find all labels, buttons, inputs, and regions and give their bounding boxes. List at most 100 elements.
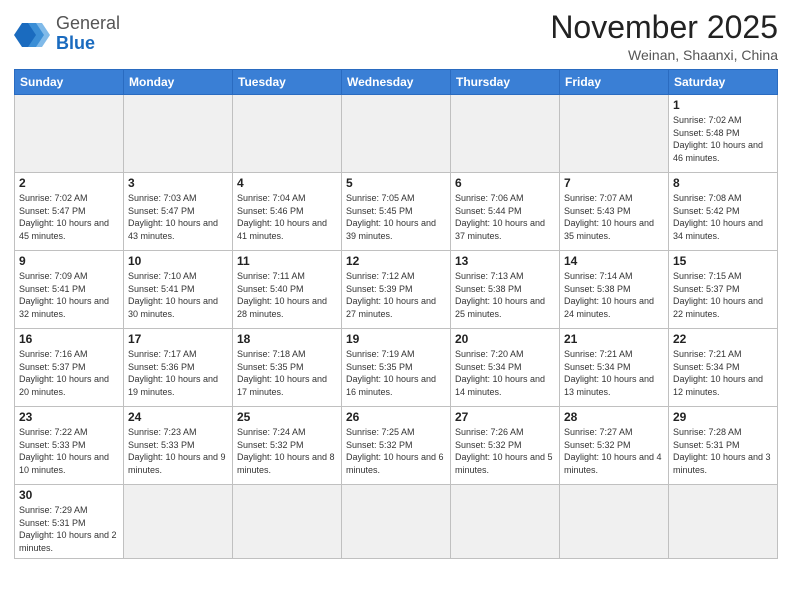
calendar-cell (451, 95, 560, 173)
day-number: 29 (673, 410, 773, 424)
calendar-cell: 13Sunrise: 7:13 AMSunset: 5:38 PMDayligh… (451, 251, 560, 329)
header-monday: Monday (124, 70, 233, 95)
day-info: Sunrise: 7:11 AMSunset: 5:40 PMDaylight:… (237, 271, 327, 319)
header-wednesday: Wednesday (342, 70, 451, 95)
day-number: 14 (564, 254, 664, 268)
calendar-cell: 19 Sunrise: 7:19 AMSunset: 5:35 PMDayligh… (342, 329, 451, 407)
calendar-cell: 6Sunrise: 7:06 AMSunset: 5:44 PMDaylight… (451, 173, 560, 251)
day-info: Sunrise: 7:27 AMSunset: 5:32 PMDaylight:… (564, 427, 662, 475)
calendar-cell: 5Sunrise: 7:05 AMSunset: 5:45 PMDaylight… (342, 173, 451, 251)
header-sunday: Sunday (15, 70, 124, 95)
calendar-cell: 3 Sunrise: 7:03 AMSunset: 5:47 PMDaylight… (124, 173, 233, 251)
day-number: 11 (237, 254, 337, 268)
calendar-cell (15, 95, 124, 173)
day-info: Sunrise: 7:04 AMSunset: 5:46 PMDaylight:… (237, 193, 327, 241)
day-info: Sunrise: 7:06 AMSunset: 5:44 PMDaylight:… (455, 193, 545, 241)
day-info: Sunrise: 7:26 AMSunset: 5:32 PMDaylight:… (455, 427, 553, 475)
day-info: Sunrise: 7:02 AMSunset: 5:48 PMDaylight:… (673, 115, 763, 163)
day-info: Sunrise: 7:21 AMSunset: 5:34 PMDaylight:… (673, 349, 763, 397)
day-number: 10 (128, 254, 228, 268)
logo: General Blue (14, 14, 120, 54)
day-number: 15 (673, 254, 773, 268)
calendar-cell: 26 Sunrise: 7:25 AMSunset: 5:32 PMDayligh… (342, 407, 451, 485)
day-info: Sunrise: 7:07 AMSunset: 5:43 PMDaylight:… (564, 193, 654, 241)
day-info: Sunrise: 7:05 AMSunset: 5:45 PMDaylight:… (346, 193, 436, 241)
calendar-cell (560, 95, 669, 173)
calendar-cell: 30 Sunrise: 7:29 AMSunset: 5:31 PMDayligh… (15, 485, 124, 558)
header-thursday: Thursday (451, 70, 560, 95)
calendar-cell: 18 Sunrise: 7:18 AMSunset: 5:35 PMDayligh… (233, 329, 342, 407)
calendar-cell: 28 Sunrise: 7:27 AMSunset: 5:32 PMDayligh… (560, 407, 669, 485)
day-info: Sunrise: 7:24 AMSunset: 5:32 PMDaylight:… (237, 427, 335, 475)
day-number: 9 (19, 254, 119, 268)
calendar-cell: 29Sunrise: 7:28 AMSunset: 5:31 PMDayligh… (669, 407, 778, 485)
day-number: 19 (346, 332, 446, 346)
calendar-cell: 7 Sunrise: 7:07 AMSunset: 5:43 PMDaylight… (560, 173, 669, 251)
header-tuesday: Tuesday (233, 70, 342, 95)
day-number: 18 (237, 332, 337, 346)
title-block: November 2025 Weinan, Shaanxi, China (550, 10, 778, 63)
calendar-cell (233, 485, 342, 558)
day-number: 3 (128, 176, 228, 190)
calendar-cell (124, 95, 233, 173)
day-info: Sunrise: 7:02 AMSunset: 5:47 PMDaylight:… (19, 193, 109, 241)
calendar-cell: 8 Sunrise: 7:08 AMSunset: 5:42 PMDaylight… (669, 173, 778, 251)
calendar-row: 23Sunrise: 7:22 AMSunset: 5:33 PMDayligh… (15, 407, 778, 485)
calendar-cell (124, 485, 233, 558)
day-number: 16 (19, 332, 119, 346)
day-number: 22 (673, 332, 773, 346)
calendar-cell: 15Sunrise: 7:15 AMSunset: 5:37 PMDayligh… (669, 251, 778, 329)
logo-general: General (56, 13, 120, 33)
day-info: Sunrise: 7:13 AMSunset: 5:38 PMDaylight:… (455, 271, 545, 319)
calendar-cell (342, 95, 451, 173)
weekday-header-row: Sunday Monday Tuesday Wednesday Thursday… (15, 70, 778, 95)
day-info: Sunrise: 7:18 AMSunset: 5:35 PMDaylight:… (237, 349, 327, 397)
day-info: Sunrise: 7:03 AMSunset: 5:47 PMDaylight:… (128, 193, 218, 241)
day-number: 1 (673, 98, 773, 112)
day-number: 2 (19, 176, 119, 190)
day-number: 12 (346, 254, 446, 268)
day-info: Sunrise: 7:29 AMSunset: 5:31 PMDaylight:… (19, 505, 117, 553)
day-number: 26 (346, 410, 446, 424)
day-info: Sunrise: 7:09 AMSunset: 5:41 PMDaylight:… (19, 271, 109, 319)
day-info: Sunrise: 7:20 AMSunset: 5:34 PMDaylight:… (455, 349, 545, 397)
calendar-cell: 2 Sunrise: 7:02 AMSunset: 5:47 PMDaylight… (15, 173, 124, 251)
calendar-row: 1 Sunrise: 7:02 AMSunset: 5:48 PMDaylight… (15, 95, 778, 173)
day-info: Sunrise: 7:16 AMSunset: 5:37 PMDaylight:… (19, 349, 109, 397)
calendar-cell: 22 Sunrise: 7:21 AMSunset: 5:34 PMDayligh… (669, 329, 778, 407)
calendar: Sunday Monday Tuesday Wednesday Thursday… (14, 69, 778, 558)
day-info: Sunrise: 7:17 AMSunset: 5:36 PMDaylight:… (128, 349, 218, 397)
calendar-cell: 4 Sunrise: 7:04 AMSunset: 5:46 PMDaylight… (233, 173, 342, 251)
calendar-row: 2 Sunrise: 7:02 AMSunset: 5:47 PMDaylight… (15, 173, 778, 251)
calendar-cell: 21Sunrise: 7:21 AMSunset: 5:34 PMDayligh… (560, 329, 669, 407)
calendar-cell: 27Sunrise: 7:26 AMSunset: 5:32 PMDayligh… (451, 407, 560, 485)
day-info: Sunrise: 7:08 AMSunset: 5:42 PMDaylight:… (673, 193, 763, 241)
day-number: 30 (19, 488, 119, 502)
calendar-cell (233, 95, 342, 173)
day-number: 4 (237, 176, 337, 190)
header-friday: Friday (560, 70, 669, 95)
calendar-row: 16 Sunrise: 7:16 AMSunset: 5:37 PMDayligh… (15, 329, 778, 407)
calendar-cell (342, 485, 451, 558)
header: General Blue November 2025 Weinan, Shaan… (14, 10, 778, 63)
subtitle: Weinan, Shaanxi, China (550, 47, 778, 63)
page: General Blue November 2025 Weinan, Shaan… (0, 0, 792, 612)
day-number: 8 (673, 176, 773, 190)
calendar-cell: 24Sunrise: 7:23 AMSunset: 5:33 PMDayligh… (124, 407, 233, 485)
day-info: Sunrise: 7:10 AMSunset: 5:41 PMDaylight:… (128, 271, 218, 319)
month-title: November 2025 (550, 10, 778, 45)
day-info: Sunrise: 7:19 AMSunset: 5:35 PMDaylight:… (346, 349, 436, 397)
logo-text: General Blue (56, 14, 120, 54)
calendar-cell: 17Sunrise: 7:17 AMSunset: 5:36 PMDayligh… (124, 329, 233, 407)
logo-icon (14, 15, 52, 53)
calendar-cell (451, 485, 560, 558)
calendar-cell: 20Sunrise: 7:20 AMSunset: 5:34 PMDayligh… (451, 329, 560, 407)
day-number: 28 (564, 410, 664, 424)
day-number: 7 (564, 176, 664, 190)
day-info: Sunrise: 7:25 AMSunset: 5:32 PMDaylight:… (346, 427, 444, 475)
day-number: 23 (19, 410, 119, 424)
calendar-cell: 11 Sunrise: 7:11 AMSunset: 5:40 PMDayligh… (233, 251, 342, 329)
calendar-cell: 10 Sunrise: 7:10 AMSunset: 5:41 PMDayligh… (124, 251, 233, 329)
day-number: 21 (564, 332, 664, 346)
calendar-cell: 1 Sunrise: 7:02 AMSunset: 5:48 PMDaylight… (669, 95, 778, 173)
